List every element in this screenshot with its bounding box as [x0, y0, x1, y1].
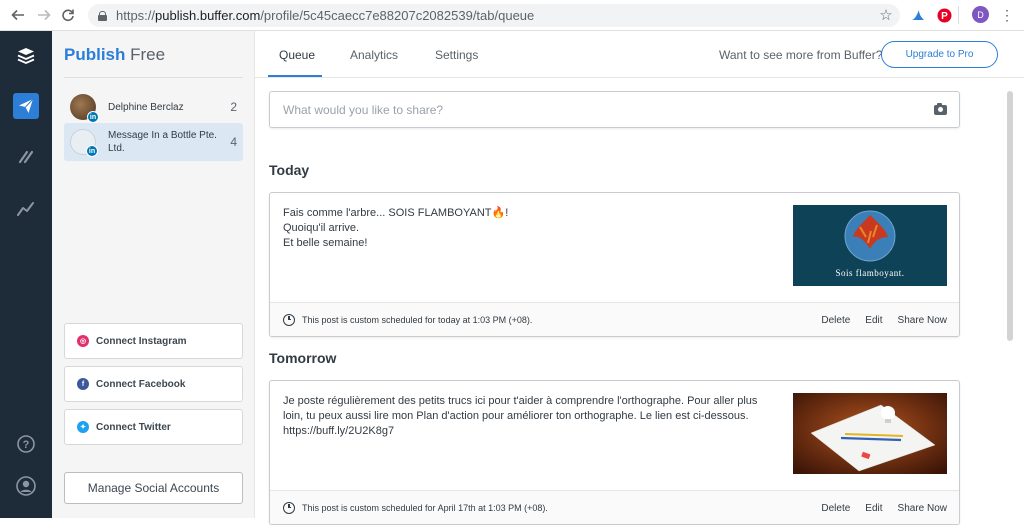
pinterest-icon[interactable]: P — [935, 6, 953, 24]
share-now-button[interactable]: Share Now — [898, 503, 947, 514]
app-brand: Publish Free — [64, 45, 165, 65]
connect-label: Connect Instagram — [96, 335, 187, 347]
profile-item-selected[interactable]: in Message In a Bottle Pte. Ltd. 4 — [64, 123, 243, 161]
profile-item[interactable]: in Delphine Berclaz 2 — [64, 88, 243, 126]
delete-button[interactable]: Delete — [821, 503, 850, 514]
tab-queue[interactable]: Queue — [279, 48, 315, 62]
app-rail: ? — [0, 31, 52, 518]
post-image-caption: Sois flamboyant. — [836, 268, 905, 278]
day-heading-tomorrow: Tomorrow — [269, 350, 337, 366]
account-avatar[interactable]: D — [972, 6, 989, 23]
profile-post-count: 4 — [230, 135, 237, 149]
instagram-icon: ◎ — [77, 335, 89, 347]
avatar: in — [70, 94, 99, 123]
post-image[interactable]: Sois flamboyant. — [793, 205, 947, 286]
share-composer-input[interactable]: What would you like to share? — [269, 91, 960, 128]
profile-name: Delphine Berclaz — [108, 101, 184, 113]
back-icon[interactable] — [6, 3, 30, 27]
toolbar-divider — [958, 6, 959, 24]
url-path: /profile/5c45caecc7e88207c2082539/tab/qu… — [260, 8, 535, 23]
plan-name: Free — [130, 45, 166, 64]
post-image[interactable] — [793, 393, 947, 474]
share-now-button[interactable]: Share Now — [898, 315, 947, 326]
upgrade-to-pro-button[interactable]: Upgrade to Pro — [881, 41, 998, 68]
day-heading-today: Today — [269, 162, 310, 178]
linkedin-icon: in — [86, 145, 98, 157]
paper-plane-icon[interactable] — [13, 93, 39, 119]
profile-name: Message In a Bottle Pte. Ltd. — [108, 130, 217, 154]
delete-button[interactable]: Delete — [821, 315, 850, 326]
post-footer: This post is custom scheduled for April … — [270, 490, 959, 524]
active-tab-indicator — [268, 75, 322, 77]
facebook-icon: f — [77, 378, 89, 390]
connect-label: Connect Twitter — [96, 421, 171, 433]
clock-icon — [283, 313, 295, 326]
queued-post: Fais comme l'arbre... SOIS FLAMBOYANT🔥! … — [269, 192, 960, 337]
scrollbar-thumb[interactable] — [1007, 91, 1013, 341]
connect-instagram-button[interactable]: ◎ Connect Instagram — [64, 323, 243, 359]
profile-sidebar: Publish Free in Delphine Berclaz 2 in Me… — [52, 31, 255, 518]
reply-icon[interactable] — [13, 144, 39, 170]
sidebar-divider — [64, 77, 243, 78]
forward-icon[interactable] — [32, 3, 56, 27]
tab-analytics[interactable]: Analytics — [350, 48, 398, 62]
main-content: Queue Analytics Settings Want to see mor… — [255, 31, 1024, 525]
help-icon[interactable]: ? — [13, 431, 39, 457]
queued-post: Je poste régulièrement des petits trucs … — [269, 380, 960, 525]
url-prefix: https:// — [116, 8, 156, 23]
twitter-icon: ✦ — [77, 421, 89, 433]
svg-text:P: P — [941, 11, 948, 22]
browser-toolbar: https://publish.buffer.com/profile/5c45c… — [0, 0, 1024, 31]
menu-dots-icon[interactable]: ⋮ — [998, 6, 1016, 24]
address-bar[interactable]: https://publish.buffer.com/profile/5c45c… — [88, 4, 900, 27]
brand-name: Publish — [64, 45, 126, 64]
edit-button[interactable]: Edit — [865, 503, 882, 514]
avatar: in — [70, 129, 98, 157]
buffer-logo-icon[interactable] — [13, 43, 39, 69]
camera-icon[interactable] — [934, 103, 947, 115]
connect-facebook-button[interactable]: f Connect Facebook — [64, 366, 243, 402]
manage-social-accounts-button[interactable]: Manage Social Accounts — [64, 472, 243, 504]
post-text: Fais comme l'arbre... SOIS FLAMBOYANT🔥! … — [283, 207, 509, 249]
svg-text:?: ? — [23, 439, 30, 451]
tab-bar: Queue Analytics Settings Want to see mor… — [255, 31, 1024, 78]
composer-placeholder: What would you like to share? — [283, 102, 444, 117]
schedule-text: This post is custom scheduled for April … — [302, 502, 548, 513]
url-host: publish.buffer.com — [155, 8, 261, 23]
linkedin-icon: in — [87, 111, 99, 123]
tab-settings[interactable]: Settings — [435, 48, 478, 62]
lock-icon — [98, 10, 107, 21]
post-text: Je poste régulièrement des petits trucs … — [283, 395, 758, 437]
connect-label: Connect Facebook — [96, 378, 186, 390]
edit-button[interactable]: Edit — [865, 315, 882, 326]
schedule-text: This post is custom scheduled for today … — [302, 314, 533, 325]
connect-twitter-button[interactable]: ✦ Connect Twitter — [64, 409, 243, 445]
user-icon[interactable] — [13, 473, 39, 499]
star-icon[interactable]: ☆ — [877, 6, 895, 24]
reload-icon[interactable] — [56, 3, 80, 27]
buffer-extension-icon[interactable] — [909, 6, 927, 24]
clock-icon — [283, 501, 295, 514]
profile-post-count: 2 — [230, 100, 237, 114]
post-footer: This post is custom scheduled for today … — [270, 302, 959, 336]
analytics-icon[interactable] — [13, 196, 39, 222]
upgrade-promo-text: Want to see more from Buffer? — [719, 48, 883, 62]
